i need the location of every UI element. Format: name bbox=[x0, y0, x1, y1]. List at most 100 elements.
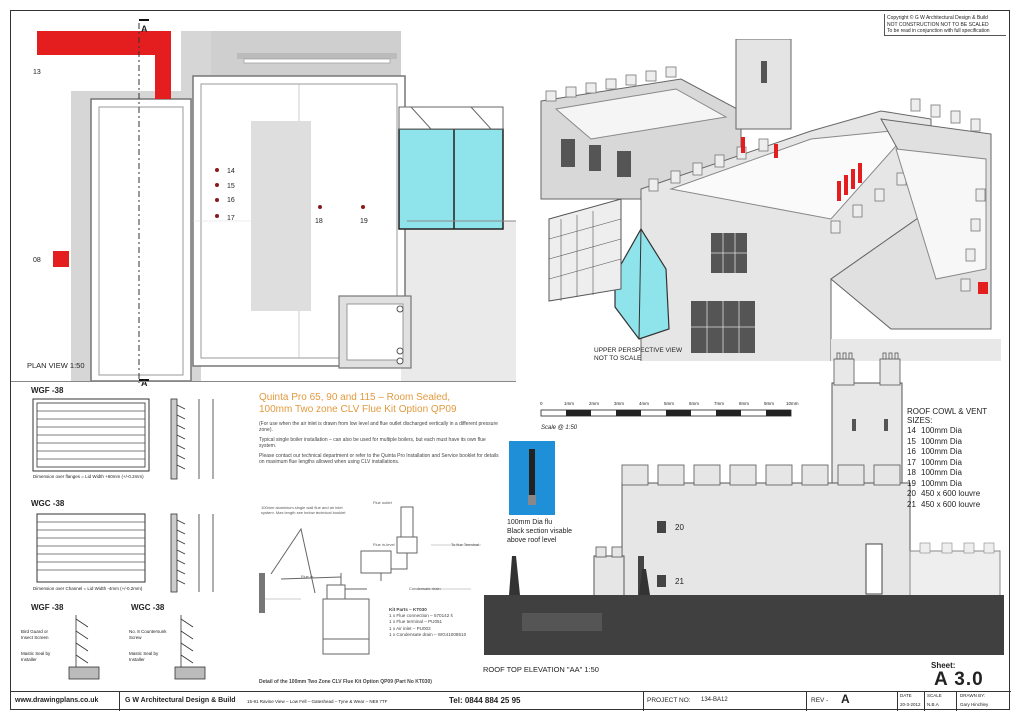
size-row: 18 100mm Dia bbox=[907, 468, 1007, 479]
footer-drawn-label: DRAWN BY: bbox=[960, 693, 986, 698]
flue-diagram-label: Condensate drain bbox=[409, 586, 441, 591]
size-row: 14 100mm Dia bbox=[907, 426, 1007, 437]
sheet-number: A 3.0 bbox=[934, 669, 984, 690]
footer-date-label: DATE bbox=[900, 693, 912, 698]
grille-note: Bird Guard or Insect Screen bbox=[21, 629, 49, 640]
vent-point-19 bbox=[361, 205, 365, 209]
flue-diagram-label: Flue in-level bbox=[373, 542, 395, 547]
size-row-number: 17 bbox=[907, 457, 916, 467]
copyright-line: Copyright © G W Architectural Design & B… bbox=[887, 15, 988, 21]
grille-note-left: Bird Guard or Insect Screen Mastic Seal … bbox=[21, 629, 61, 663]
vent-point-18 bbox=[318, 205, 322, 209]
flue-diagram-label: Flue dr. ... bbox=[301, 574, 319, 579]
grille-note: No. 8 Countersunk Screw bbox=[129, 629, 167, 640]
footer-project-no: 134-BA12 bbox=[701, 697, 728, 703]
plan-view-label: PLAN VIEW 1:50 bbox=[27, 361, 85, 370]
plan-label-17: 17 bbox=[227, 215, 235, 222]
flue-title-line: Quinta Pro 65, 90 and 115 – Room Sealed, bbox=[259, 392, 451, 403]
footer-divider bbox=[897, 691, 898, 711]
size-row-desc: 100mm Dia bbox=[921, 426, 962, 435]
elevation-vent-21: 21 bbox=[675, 577, 684, 586]
drawing-sheet: Copyright © G W Architectural Design & B… bbox=[10, 10, 1011, 711]
flue-caption: Detail of the 100mm Two Zone CLV Flue Ki… bbox=[259, 679, 432, 685]
grille-bottom-title-wgc: WGC -38 bbox=[131, 603, 165, 612]
perspective-view-drawing bbox=[540, 39, 1001, 361]
grille-bottom-title-wgf: WGF -38 bbox=[31, 603, 64, 612]
vent-point-17 bbox=[215, 214, 219, 218]
plan-label-13: 13 bbox=[33, 69, 41, 76]
flue-diagram-label: Flue outlet bbox=[373, 500, 392, 505]
footer-address: 15-91 Ravine View – Low Fell – Gateshead… bbox=[247, 699, 388, 704]
footer-divider bbox=[924, 691, 925, 711]
size-row-number: 21 bbox=[907, 499, 916, 509]
plan-label-08: 08 bbox=[33, 257, 41, 264]
size-row-number: 20 bbox=[907, 489, 916, 498]
footer-date-value: 20-3-2012 bbox=[900, 702, 921, 707]
size-row-desc: 100mm Dia bbox=[921, 436, 962, 446]
flue-title-line: 100mm Two zone CLV Flue Kit Option QP09 bbox=[259, 404, 457, 415]
size-row: 19 100mm Dia bbox=[907, 479, 1007, 490]
elevation-vent-20: 20 bbox=[675, 523, 684, 532]
size-row: 21 450 x 600 louvre bbox=[907, 500, 1007, 511]
footer-scale-value: N.B.A bbox=[927, 702, 939, 707]
vent-point-16 bbox=[215, 198, 219, 202]
grille-title-wgf: WGF -38 bbox=[31, 386, 64, 395]
plan-view-drawing bbox=[37, 19, 516, 383]
footer-company: G W Architectural Design & Build bbox=[125, 697, 236, 704]
plan-divider bbox=[11, 381, 516, 382]
footer-project-label: PROJECT NO: bbox=[647, 697, 691, 704]
size-row: 15 100mm Dia bbox=[907, 437, 1007, 448]
footer-divider bbox=[643, 691, 644, 711]
footer-website: www.drawingplans.co.uk bbox=[15, 697, 99, 704]
size-row-desc: 100mm Dia bbox=[921, 478, 962, 488]
flue-paragraph: (For use when the air inlet is drawn fro… bbox=[259, 421, 498, 434]
flue-paragraph: Please contact our technical department … bbox=[259, 452, 499, 466]
size-row-desc: 450 x 600 louvre bbox=[921, 489, 981, 498]
grille-note: Mastic Seal by Installer bbox=[129, 651, 159, 662]
flue-title: Quinta Pro 65, 90 and 115 – Room Sealed,… bbox=[259, 392, 499, 416]
size-row-number: 19 bbox=[907, 478, 916, 488]
plan-label-15: 15 bbox=[227, 183, 235, 190]
sizes-list: 14 100mm Dia 15 100mm Dia 16 100mm Dia 17 100mm… bbox=[907, 426, 1007, 510]
copyright-box: Copyright © G W Architectural Design & B… bbox=[884, 14, 1006, 36]
sizes-title: ROOF COWL & VENT SIZES: bbox=[907, 407, 988, 425]
footer-top-border bbox=[11, 691, 1011, 692]
plan-label-19: 19 bbox=[360, 218, 368, 225]
flue-diagram-label: 100mm aluminium single wall flue and air… bbox=[261, 505, 346, 515]
size-row: 17 100mm Dia bbox=[907, 458, 1007, 469]
plan-label-18: 18 bbox=[315, 218, 323, 225]
section-marker-bottom: A bbox=[141, 378, 148, 388]
grille-title-wgc: WGC -38 bbox=[31, 499, 65, 508]
size-row-number: 18 bbox=[907, 468, 916, 477]
size-row-desc: 100mm Dia bbox=[921, 447, 962, 456]
size-row: 20 450 x 600 louvre bbox=[907, 489, 1007, 500]
size-row-number: 16 bbox=[907, 447, 916, 456]
size-row: 16 100mm Dia bbox=[907, 447, 1007, 458]
plan-label-16: 16 bbox=[227, 197, 235, 204]
footer-divider bbox=[956, 691, 957, 711]
plan-label-14: 14 bbox=[227, 168, 235, 175]
footer-rev-value: A bbox=[841, 692, 850, 706]
flue-text: (For use when the air inlet is drawn fro… bbox=[259, 421, 499, 465]
footer-scale-label: SCALE bbox=[927, 693, 942, 698]
size-row-number: 15 bbox=[907, 436, 916, 446]
footer-divider bbox=[119, 691, 120, 711]
grille-wgc-caption: Dimension over Channel = Lid Width -4mm … bbox=[33, 586, 143, 591]
vent-point-14 bbox=[215, 168, 219, 172]
section-marker-top: A bbox=[141, 24, 148, 34]
footer-drawn-value: Gary Hinchley bbox=[960, 702, 989, 707]
footer-rev-label: REV - bbox=[811, 697, 829, 704]
copyright-line: To be read in conjunction with full spec… bbox=[887, 28, 990, 34]
flue-paragraph: Typical single boiler installation – can… bbox=[259, 436, 486, 450]
footer-tel: Tel: 0844 884 25 95 bbox=[449, 696, 521, 705]
elevation-label: ROOF TOP ELEVATION "AA" 1:50 bbox=[483, 665, 599, 674]
size-row-desc: 450 x 600 louvre bbox=[921, 499, 981, 509]
size-row-number: 14 bbox=[907, 426, 916, 435]
size-row-desc: 100mm Dia bbox=[921, 468, 962, 477]
size-row-desc: 100mm Dia bbox=[921, 457, 962, 467]
grille-note-right: No. 8 Countersunk Screw Mastic Seal by I… bbox=[129, 629, 173, 663]
grille-wgf-caption: Dimension over flanges = Lid Width +60mm… bbox=[33, 474, 144, 479]
grille-note: Mastic Seal by Installer bbox=[21, 651, 51, 662]
footer-divider bbox=[806, 691, 807, 711]
vent-point-15 bbox=[215, 183, 219, 187]
